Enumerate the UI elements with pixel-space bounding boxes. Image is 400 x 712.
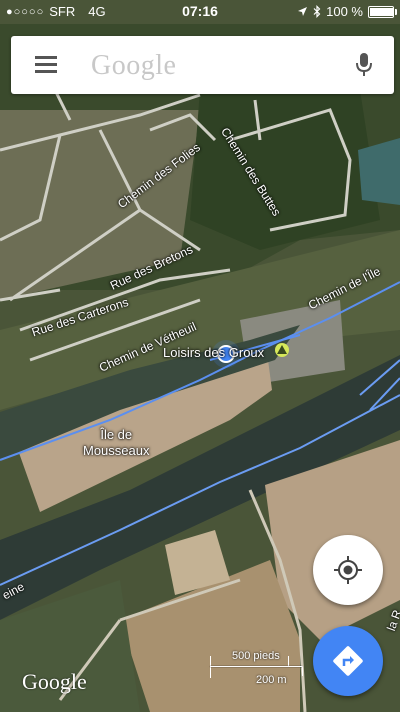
island-label: Île de Mousseaux — [83, 427, 149, 459]
directions-button[interactable] — [313, 626, 383, 696]
battery-label: 100 % — [326, 4, 363, 19]
google-logo: Google — [22, 669, 87, 694]
battery-fill — [370, 7, 393, 16]
scale-tick-metric — [302, 666, 303, 676]
my-location-button[interactable] — [313, 535, 383, 605]
scale-tick-imperial — [288, 656, 289, 666]
status-right: 100 % — [297, 4, 397, 19]
island-label-line2: Mousseaux — [83, 443, 150, 458]
search-bar[interactable]: Google — [11, 36, 394, 94]
directions-icon — [333, 646, 363, 676]
scale-imperial-label: 500 pieds — [232, 650, 280, 662]
island-label-line1: Île de — [100, 427, 133, 442]
scale-bar: 500 pieds 200 m — [210, 650, 306, 690]
triangle-icon[interactable] — [275, 343, 289, 357]
hamburger-icon[interactable] — [35, 56, 57, 74]
scale-tick-left — [210, 656, 211, 678]
crosshair-icon — [334, 556, 362, 584]
mic-icon[interactable] — [354, 52, 374, 78]
scale-line — [210, 666, 302, 667]
status-bar: ●○○○○ SFR 4G 07:16 100 % — [0, 0, 400, 24]
place-label-loisirs-des-groux[interactable]: Loisirs des Groux — [163, 345, 264, 360]
battery-icon — [368, 5, 397, 18]
search-input[interactable]: Google — [91, 50, 176, 82]
location-arrow-icon — [298, 7, 308, 16]
bluetooth-icon — [313, 5, 321, 18]
scale-metric-label: 200 m — [256, 674, 287, 686]
